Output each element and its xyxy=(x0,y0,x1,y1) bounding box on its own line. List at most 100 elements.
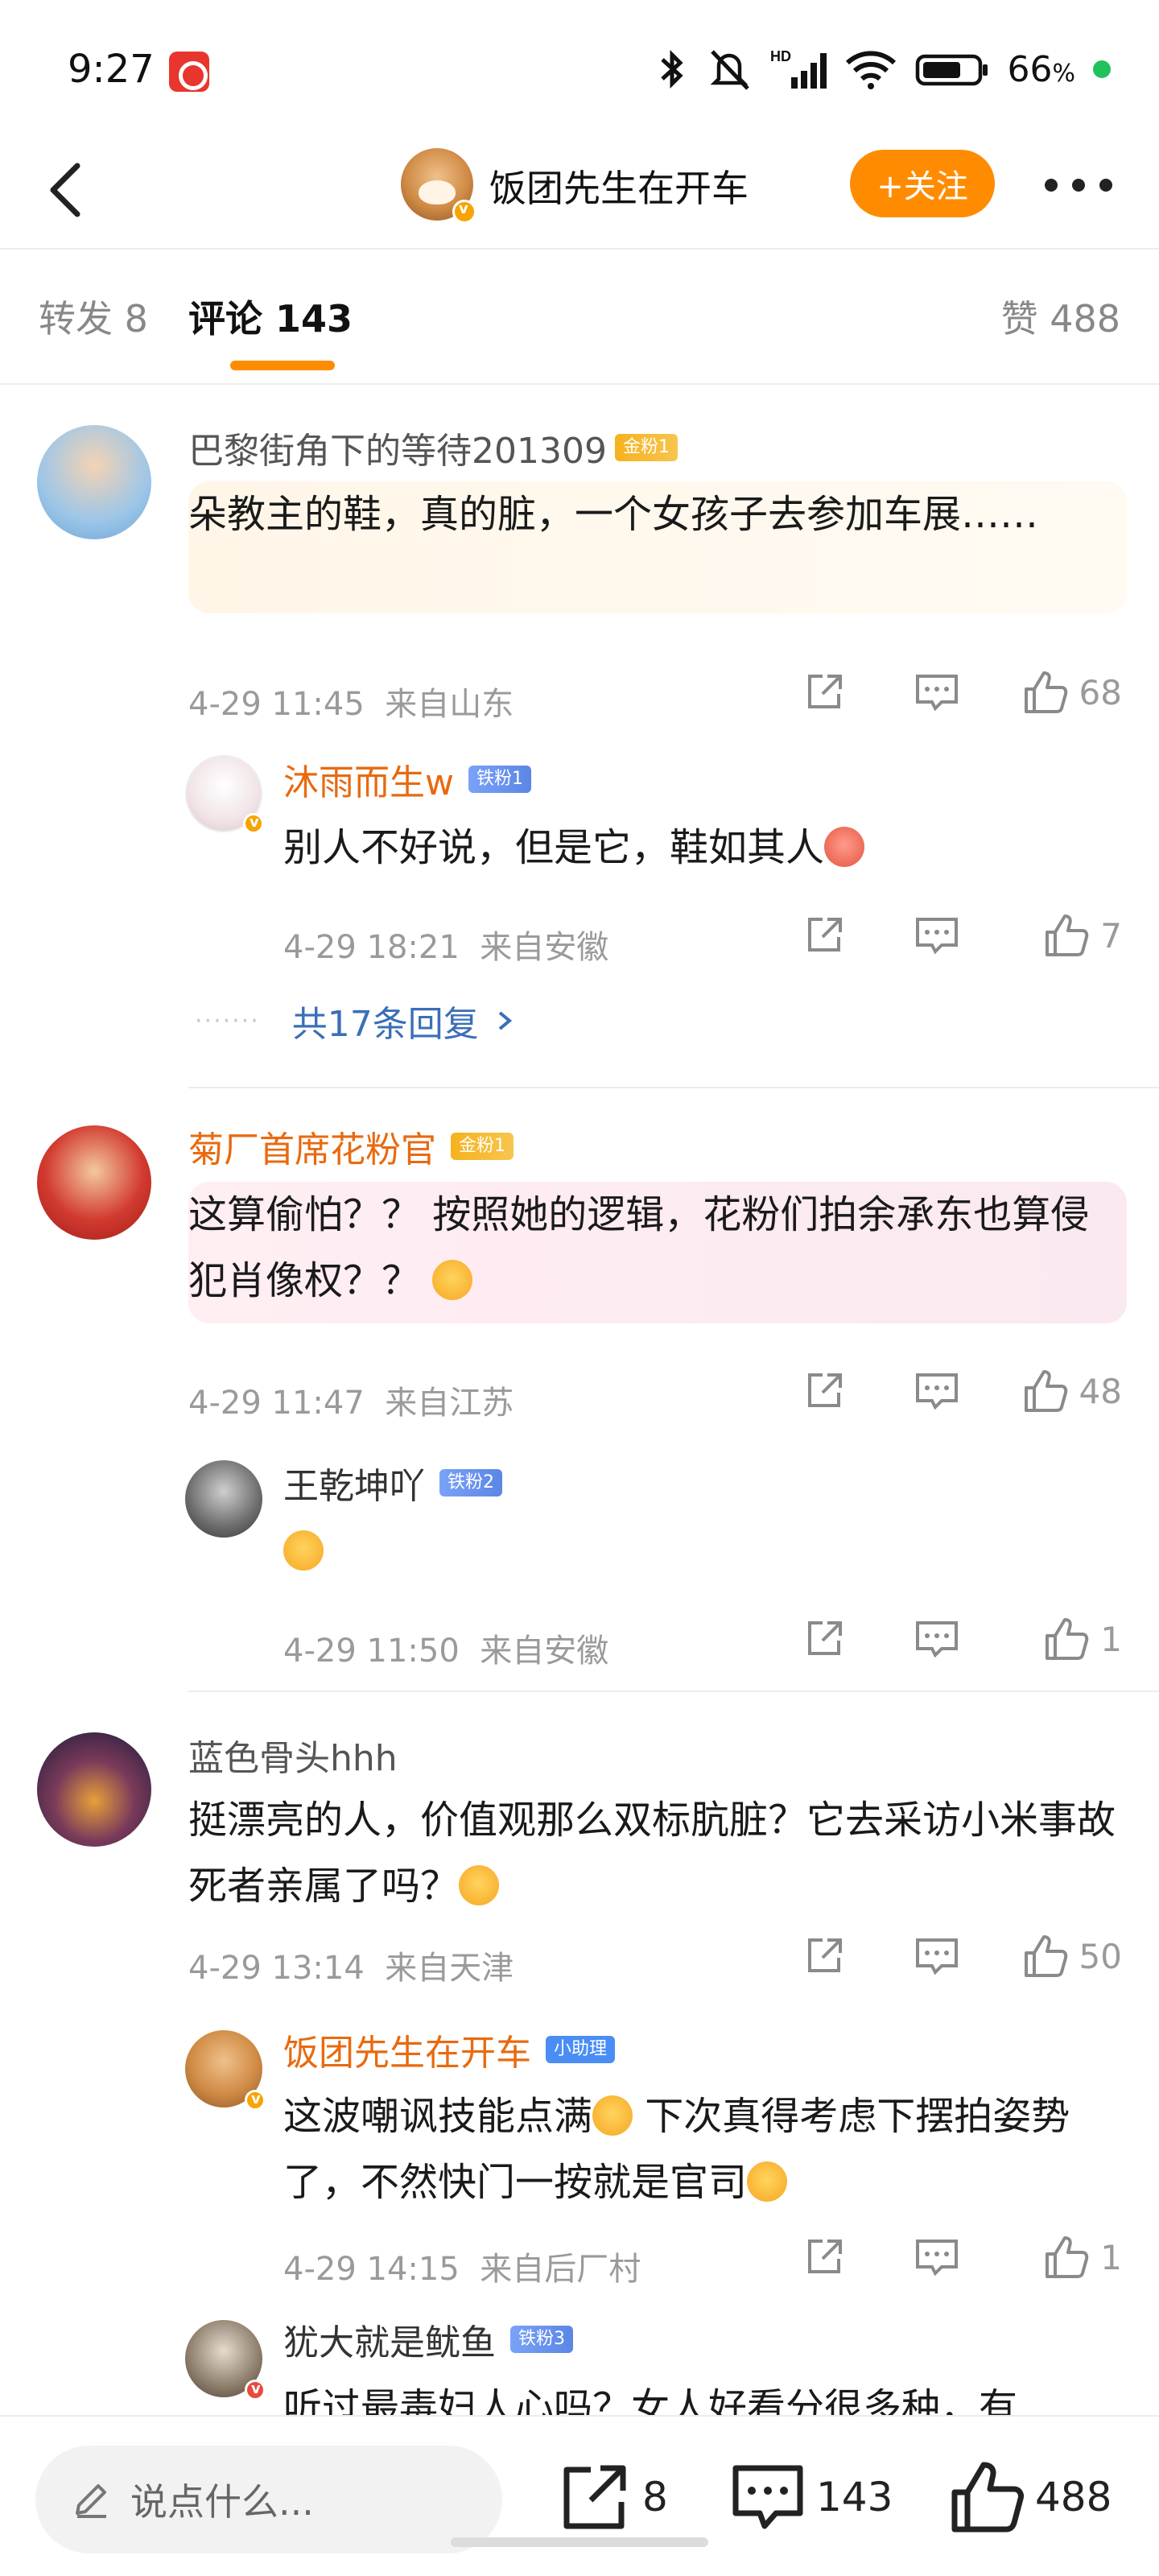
like-count: 1 xyxy=(1100,1619,1122,1659)
pencil-icon xyxy=(76,2484,106,2518)
reply-author-name: 犹大就是鱿鱼 xyxy=(283,2322,496,2363)
share-icon xyxy=(808,675,842,708)
emoji-icon xyxy=(747,2161,788,2202)
tab-comments[interactable]: 评论 143 xyxy=(188,290,353,343)
reply-location: 来自后厂村 xyxy=(480,2251,641,2288)
avatar[interactable] xyxy=(185,2030,266,2111)
share-button[interactable] xyxy=(768,1935,881,1977)
like-button[interactable]: 1 xyxy=(993,1616,1122,1662)
reply-text-content: 别人不好说，但是它，鞋如其人 xyxy=(283,825,825,870)
avatar[interactable] xyxy=(37,1732,151,1847)
like-count: 68 xyxy=(1079,672,1122,712)
comment-text-content: 这算偷怕？？ 按照她的逻辑，花粉们拍余承东也算侵犯肖像权？？ xyxy=(188,1192,1090,1303)
reply-author[interactable]: 沐雨而生w 铁粉1 xyxy=(283,753,531,805)
like-count: 50 xyxy=(1079,1936,1122,1976)
comment-author-name: 巴黎街角下的等待201309 xyxy=(188,431,607,472)
assistant-badge: 小助理 xyxy=(546,2036,616,2063)
like-count: 48 xyxy=(1079,1371,1122,1411)
reply-actions: 1 xyxy=(768,1616,1122,1662)
like-button[interactable]: 50 xyxy=(993,1934,1122,1979)
reply-author-name: 王乾坤吖 xyxy=(283,1466,425,1507)
share-button[interactable] xyxy=(768,1370,881,1412)
reply-location: 来自安徽 xyxy=(480,929,609,966)
emoji-icon xyxy=(824,827,865,867)
comment-count: 143 xyxy=(816,2474,893,2520)
verified-icon xyxy=(243,813,264,834)
fan-badge: 铁粉1 xyxy=(468,766,531,793)
comment-post-button[interactable]: 143 xyxy=(729,2458,893,2536)
share-icon xyxy=(808,1373,842,1407)
status-time: 9:27 xyxy=(68,47,155,92)
like-button[interactable]: 68 xyxy=(993,670,1122,715)
reply-button[interactable] xyxy=(881,914,993,956)
comment-author-name: 蓝色骨头hhh xyxy=(188,1738,398,1779)
reply-meta: 4-29 11:50 来自安徽 xyxy=(283,1624,608,1671)
comment-icon xyxy=(916,1373,958,1410)
comment-location: 来自山东 xyxy=(385,686,514,723)
bottom-action-bar: 说点什么... 8 143 488 xyxy=(0,2415,1159,2576)
avatar[interactable] xyxy=(37,425,151,539)
tab-likes[interactable]: 赞 488 xyxy=(1001,290,1120,343)
back-icon[interactable] xyxy=(42,158,90,222)
comment-author[interactable]: 菊厂首席花粉官 金粉1 xyxy=(188,1121,514,1172)
reply-author[interactable]: 王乾坤吖 铁粉2 xyxy=(283,1457,502,1509)
reply-author[interactable]: 饭团先生在开车 小助理 xyxy=(283,2024,616,2075)
share-icon xyxy=(808,1621,842,1655)
comment-input[interactable]: 说点什么... xyxy=(35,2446,502,2553)
home-indicator xyxy=(451,2537,708,2547)
like-post-button[interactable]: 488 xyxy=(948,2458,1112,2536)
comment-location: 来自天津 xyxy=(385,1950,514,1987)
svg-text:HD: HD xyxy=(770,48,791,64)
tab-repost[interactable]: 转发 8 xyxy=(39,290,148,343)
like-icon xyxy=(1046,1618,1089,1660)
post-tabs: 转发 8 评论 143 赞 488 xyxy=(0,251,1159,385)
share-post-button[interactable]: 8 xyxy=(555,2458,668,2536)
avatar[interactable] xyxy=(185,1460,262,1538)
share-button[interactable] xyxy=(768,2236,881,2278)
reply-button[interactable] xyxy=(881,2236,993,2278)
author-name[interactable]: 饭团先生在开车 xyxy=(489,159,749,213)
fan-badge: 铁粉2 xyxy=(439,1469,502,1496)
more-icon[interactable] xyxy=(1038,169,1119,201)
follow-button[interactable]: +关注 xyxy=(850,150,995,217)
comment-input-placeholder: 说点什么... xyxy=(130,2480,314,2524)
comment-actions: 68 xyxy=(768,670,1122,715)
verified-icon xyxy=(245,2090,266,2111)
like-button[interactable]: 7 xyxy=(993,913,1122,958)
top-nav: 饭团先生在开车 +关注 xyxy=(0,137,1159,250)
like-button[interactable]: 1 xyxy=(993,2235,1122,2280)
comment-author[interactable]: 巴黎街角下的等待201309 金粉1 xyxy=(188,422,678,473)
comment-meta: 4-29 11:45 来自山东 xyxy=(188,678,514,724)
reply-meta: 4-29 18:21 来自安徽 xyxy=(283,921,608,968)
more-replies-link[interactable]: ······· 共17条回复 xyxy=(195,995,521,1046)
bluetooth-icon xyxy=(661,49,684,89)
share-button[interactable] xyxy=(768,914,881,956)
fan-badge: 铁粉3 xyxy=(510,2326,573,2353)
avatar[interactable] xyxy=(185,2320,266,2401)
fan-badge: 金粉1 xyxy=(614,434,678,461)
author-avatar[interactable] xyxy=(401,148,476,224)
comment-author[interactable]: 蓝色骨头hhh xyxy=(188,1729,398,1781)
comment-icon xyxy=(916,918,958,955)
like-icon xyxy=(951,2462,1024,2533)
comment-text: 挺漂亮的人，价值观那么双标肮脏？它去采访小米事故死者亲属了吗？ xyxy=(188,1787,1127,1919)
reply-button[interactable] xyxy=(881,1618,993,1660)
reply-button[interactable] xyxy=(881,671,993,713)
reply-button[interactable] xyxy=(881,1370,993,1412)
status-bar: 9:27 HD 66% xyxy=(0,0,1159,137)
emoji-icon xyxy=(459,1865,500,1905)
reply-author[interactable]: 犹大就是鱿鱼 铁粉3 xyxy=(283,2314,573,2365)
comment-actions: 50 xyxy=(768,1934,1122,1979)
like-button[interactable]: 48 xyxy=(993,1368,1122,1414)
reply-button[interactable] xyxy=(881,1935,993,1977)
comment-author-name: 菊厂首席花粉官 xyxy=(188,1129,436,1170)
comment-icon xyxy=(916,1621,958,1658)
battery-icon xyxy=(916,54,988,86)
avatar[interactable] xyxy=(185,755,264,834)
share-button[interactable] xyxy=(768,671,881,713)
avatar[interactable] xyxy=(37,1125,151,1240)
comment-text-content: 挺漂亮的人，价值观那么双标肮脏？它去采访小米事故死者亲属了吗？ xyxy=(188,1798,1116,1909)
like-count: 7 xyxy=(1100,915,1122,956)
share-button[interactable] xyxy=(768,1618,881,1660)
battery-percent: 66% xyxy=(1007,48,1075,90)
